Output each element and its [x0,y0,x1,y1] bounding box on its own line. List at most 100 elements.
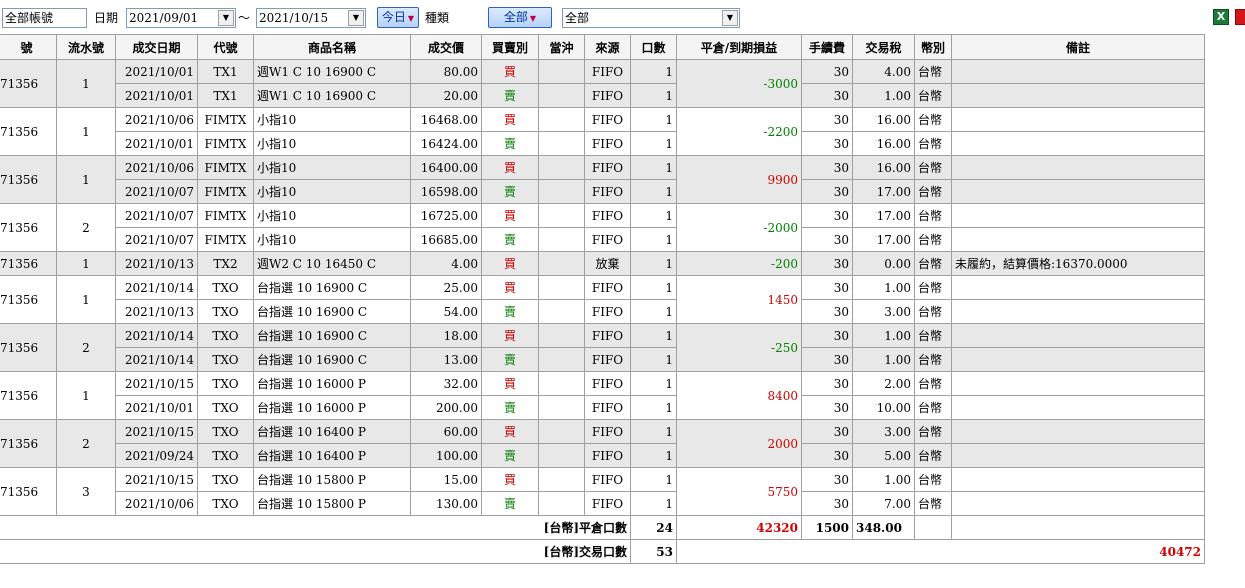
account-cell: 71356 [0,203,57,252]
trade-date-cell: 2021/10/14 [115,347,198,372]
product-name-cell: 台指選 10 16900 C [253,323,411,348]
summary-close-pnl: 42320 [676,515,802,540]
daytrade-cell [538,155,585,180]
price-cell: 16468.00 [410,107,482,132]
summary-close-fee: 1500 [801,515,853,540]
column-header[interactable]: 口數 [630,34,677,60]
note-cell: 未履約，結算價格:16370.0000 [951,251,1205,276]
tax-cell: 2.00 [852,371,915,396]
trade-date-cell: 2021/10/14 [115,323,198,348]
table-row[interactable]: 2021/09/24 TXO 台指選 10 16400 P 100.00 賣 FIFO 1 3… [0,443,1205,468]
tax-cell: 7.00 [852,491,915,516]
table-row[interactable]: 2021/10/01 FIMTX 小指10 16424.00 賣 FIFO 1 30 16.00… [0,131,1205,156]
summary-trade-row: [台幣]交易口數 53 40472 [0,539,1205,564]
table-row[interactable]: 71356 1 2021/10/06 FIMTX 小指10 16400.00 買 FIFO 1 9… [0,155,1205,204]
trade-date-cell: 2021/09/24 [115,443,198,468]
column-header[interactable]: 平倉/到期損益 [676,34,802,60]
table-row[interactable]: 2021/10/01 TX1 週W1 C 10 16900 C 20.00 賣 FIFO 1… [0,83,1205,108]
code-cell: FIMTX [197,107,254,132]
table-row[interactable]: 71356 1 2021/10/14 TXO 台指選 10 16900 C 25.00 買 F… [0,275,1205,324]
table-row[interactable]: 71356 3 2021/10/15 TXO 台指選 10 15800 P 15.00 買 F… [0,467,1205,516]
table-row[interactable]: 71356 1 2021/10/13 TX2 週W2 C 10 16450 C 4.00 買… [0,251,1205,276]
pnl-cell: 5750 [676,467,802,516]
table-row[interactable]: 71356 1 2021/10/06 FIMTX 小指10 16468.00 買 FIFO 1-… [0,107,1205,156]
column-header[interactable]: 成交價 [410,34,482,60]
column-header[interactable]: 商品名稱 [253,34,411,60]
date-to-picker[interactable]: 2021/10/15 ▼ [256,8,366,28]
note-cell [951,275,1205,300]
today-button[interactable]: 今日 ▼ [377,7,419,28]
column-header[interactable]: 備註 [951,34,1205,60]
column-header[interactable]: 成交日期 [115,34,198,60]
daytrade-cell [538,491,585,516]
table-row[interactable]: 2021/10/01 TXO 台指選 10 16000 P 200.00 賣 FIFO 1 3… [0,395,1205,420]
column-header[interactable]: 代號 [197,34,254,60]
currency-cell: 台幣 [914,371,952,396]
table-row[interactable]: 71356 2 2021/10/14 TXO 台指選 10 16900 C 18.00 買 F… [0,323,1205,372]
column-header[interactable]: 當沖 [538,34,585,60]
note-cell [951,83,1205,108]
date-from-picker[interactable]: 2021/09/01 ▼ [126,8,236,28]
currency-cell: 台幣 [914,155,952,180]
note-cell [951,59,1205,84]
type-button[interactable]: 全部 ▼ [488,7,552,28]
code-cell: TXO [197,275,254,300]
source-cell: FIFO [584,347,631,372]
table-row[interactable]: 71356 1 2021/10/15 TXO 台指選 10 16000 P 32.00 買 F… [0,371,1205,420]
caret-down-icon: ▼ [529,14,537,23]
summary-trade-qty: 53 [630,539,677,564]
pdf-export-icon[interactable] [1235,9,1245,25]
qty-cell: 1 [630,131,677,156]
product-name-cell: 週W1 C 10 16900 C [253,83,411,108]
table-row[interactable]: 2021/10/13 TXO 台指選 10 16900 C 54.00 賣 FIFO 1 30… [0,299,1205,324]
note-cell [951,107,1205,132]
table-row[interactable]: 2021/10/14 TXO 台指選 10 16900 C 13.00 賣 FIFO 1 30… [0,347,1205,372]
product-name-cell: 小指10 [253,107,411,132]
side-cell: 買 [481,59,539,84]
fee-cell: 30 [801,443,853,468]
type-select[interactable]: 全部 ▼ [562,8,740,28]
qty-cell: 1 [630,323,677,348]
column-header[interactable]: 交易稅 [852,34,915,60]
table-row[interactable]: 71356 2 2021/10/07 FIMTX 小指10 16725.00 買 FIFO 1-… [0,203,1205,252]
product-name-cell: 小指10 [253,179,411,204]
chevron-down-icon[interactable]: ▼ [722,10,738,26]
note-cell [951,155,1205,180]
column-header[interactable]: 來源 [584,34,631,60]
toolbar: 全部帳號 日期 2021/09/01 ▼ ～ 2021/10/15 ▼ 今日 ▼ … [0,0,1245,34]
product-name-cell: 台指選 10 16900 C [253,275,411,300]
trade-date-cell: 2021/10/01 [115,131,198,156]
excel-export-icon[interactable]: X [1213,9,1229,25]
table-row[interactable]: 2021/10/07 FIMTX 小指10 16685.00 賣 FIFO 1 30 17.00… [0,227,1205,252]
table-row[interactable]: 2021/10/07 FIMTX 小指10 16598.00 賣 FIFO 1 30 17.00… [0,179,1205,204]
price-cell: 4.00 [410,251,482,276]
column-header[interactable]: 號 [0,34,57,60]
column-header[interactable]: 買賣別 [481,34,539,60]
table-row[interactable]: 2021/10/06 TXO 台指選 10 15800 P 130.00 賣 FIFO 1 3… [0,491,1205,516]
table-row[interactable]: 71356 1 2021/10/01 TX1 週W1 C 10 16900 C 80.00… [0,59,1205,108]
daytrade-cell [538,371,585,396]
price-cell: 16424.00 [410,131,482,156]
chevron-down-icon[interactable]: ▼ [218,10,234,26]
price-cell: 20.00 [410,83,482,108]
column-header[interactable]: 流水號 [56,34,116,60]
pnl-cell: -250 [676,323,802,372]
daytrade-cell [538,347,585,372]
column-header[interactable]: 幣別 [914,34,952,60]
chevron-down-icon[interactable]: ▼ [348,10,364,26]
product-name-cell: 台指選 10 16900 C [253,347,411,372]
table-row[interactable]: 71356 2 2021/10/15 TXO 台指選 10 16400 P 60.00 買 F… [0,419,1205,468]
tax-cell: 10.00 [852,395,915,420]
fee-cell: 30 [801,59,853,84]
account-select[interactable]: 全部帳號 [2,8,87,28]
product-name-cell: 小指10 [253,131,411,156]
qty-cell: 1 [630,179,677,204]
product-name-cell: 週W2 C 10 16450 C [253,251,411,276]
trade-date-cell: 2021/10/07 [115,227,198,252]
column-header[interactable]: 手續費 [801,34,853,60]
tax-cell: 4.00 [852,59,915,84]
trade-date-cell: 2021/10/06 [115,155,198,180]
source-cell: FIFO [584,299,631,324]
qty-cell: 1 [630,251,677,276]
daytrade-cell [538,227,585,252]
